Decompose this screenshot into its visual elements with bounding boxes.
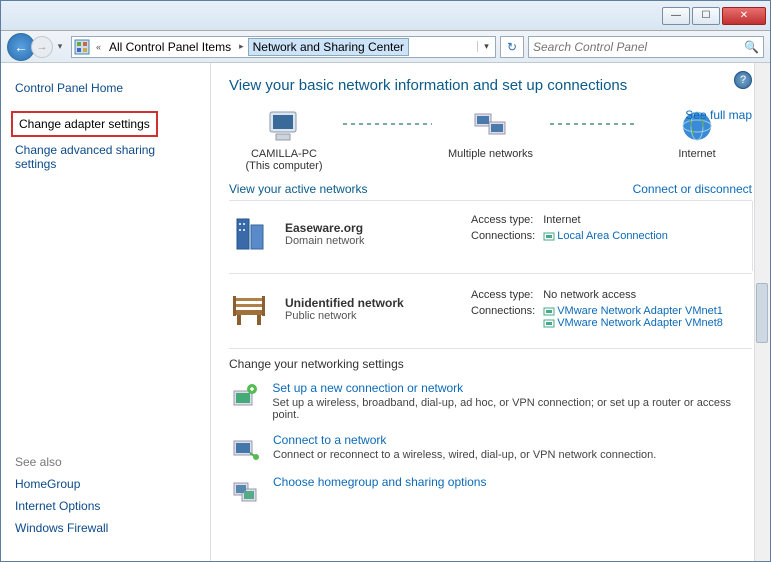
- forward-button[interactable]: →: [31, 36, 53, 58]
- control-panel-home-link[interactable]: Control Panel Home: [15, 81, 196, 95]
- vmnet1-link[interactable]: VMware Network Adapter VMnet1: [557, 305, 723, 317]
- map-this-computer: CAMILLA-PC (This computer): [229, 108, 339, 172]
- divider: [229, 273, 752, 274]
- network-type: Public network: [285, 310, 404, 322]
- settings-header: Change your networking settings: [229, 357, 752, 371]
- public-network-icon: [229, 286, 275, 332]
- map-pc-sub: (This computer): [245, 160, 322, 172]
- network-unidentified: Unidentified network Public network Acce…: [229, 276, 752, 346]
- minimize-button[interactable]: —: [662, 7, 690, 25]
- connect-network-link[interactable]: Connect to a network: [273, 433, 656, 447]
- breadcrumb-network-sharing[interactable]: Network and Sharing Center: [248, 38, 409, 56]
- map-connector-icon: [343, 123, 432, 125]
- connect-network-icon: [229, 433, 263, 463]
- divider: [229, 348, 752, 349]
- connections-label: Connections:: [471, 229, 541, 243]
- change-advanced-sharing-link[interactable]: Change advanced sharing settings: [15, 143, 196, 171]
- computer-icon: [264, 108, 304, 144]
- access-type-label: Access type:: [471, 213, 541, 227]
- access-type-label: Access type:: [471, 288, 541, 302]
- active-networks-header-row: View your active networks Connect or dis…: [229, 178, 752, 201]
- map-pc-name: CAMILLA-PC: [251, 148, 317, 160]
- refresh-button[interactable]: ↻: [500, 36, 524, 58]
- local-area-connection-link[interactable]: Local Area Connection: [557, 230, 668, 242]
- map-connector-icon: [550, 123, 639, 125]
- maximize-button[interactable]: ☐: [692, 7, 720, 25]
- setup-connection-item: Set up a new connection or network Set u…: [229, 381, 752, 421]
- nav-buttons: ← → ▾: [7, 33, 67, 61]
- see-full-map-link[interactable]: See full map: [685, 108, 752, 122]
- address-bar: ← → ▾ « All Control Panel Items ▸ Networ…: [1, 31, 770, 63]
- nav-history-dropdown[interactable]: ▾: [53, 41, 67, 52]
- setup-connection-icon: [229, 381, 262, 411]
- address-dropdown-icon[interactable]: ▾: [477, 41, 495, 52]
- map-multi-label: Multiple networks: [448, 148, 533, 160]
- network-name: Easeware.org: [285, 221, 364, 235]
- active-networks-label: View your active networks: [229, 182, 368, 196]
- homegroup-sharing-link[interactable]: Choose homegroup and sharing options: [273, 475, 486, 489]
- domain-network-icon: [229, 211, 275, 257]
- connect-disconnect-link[interactable]: Connect or disconnect: [633, 182, 752, 196]
- scrollbar-thumb[interactable]: [756, 283, 768, 343]
- change-adapter-settings-link[interactable]: Change adapter settings: [11, 111, 158, 137]
- connect-network-desc: Connect or reconnect to a wireless, wire…: [273, 449, 656, 461]
- sidebar: Control Panel Home Change adapter settin…: [1, 63, 211, 561]
- homegroup-link[interactable]: HomeGroup: [15, 477, 108, 491]
- breadcrumb-chevrons[interactable]: «: [92, 42, 105, 52]
- breadcrumb-sep-icon[interactable]: ▸: [235, 41, 248, 52]
- control-panel-window: — ☐ ✕ ← → ▾ « All Control Panel Items ▸ …: [0, 0, 771, 562]
- access-type-value: Internet: [543, 213, 674, 227]
- network-type: Domain network: [285, 235, 364, 247]
- ethernet-icon: [543, 305, 555, 317]
- breadcrumb-bar[interactable]: « All Control Panel Items ▸ Network and …: [71, 36, 496, 58]
- vmnet8-link[interactable]: VMware Network Adapter VMnet8: [557, 317, 723, 329]
- network-map: See full map CAMILLA-PC (This computer) …: [229, 108, 752, 172]
- network-easeware: Easeware.org Domain network Access type:…: [229, 201, 753, 271]
- homegroup-icon: [229, 475, 263, 505]
- search-input[interactable]: [533, 40, 744, 54]
- map-internet-label: Internet: [678, 148, 715, 160]
- homegroup-sharing-item: Choose homegroup and sharing options: [229, 475, 752, 505]
- windows-firewall-link[interactable]: Windows Firewall: [15, 521, 108, 535]
- connect-network-item: Connect to a network Connect or reconnec…: [229, 433, 752, 463]
- content-body: Control Panel Home Change adapter settin…: [1, 63, 770, 561]
- help-icon[interactable]: ?: [734, 71, 752, 89]
- multiple-networks-icon: [471, 108, 511, 144]
- control-panel-icon: [72, 37, 92, 57]
- title-bar: — ☐ ✕: [1, 1, 770, 31]
- scrollbar-track[interactable]: [754, 63, 770, 561]
- ethernet-icon: [543, 230, 555, 242]
- ethernet-icon: [543, 317, 555, 329]
- setup-connection-desc: Set up a wireless, broadband, dial-up, a…: [272, 397, 752, 421]
- search-box[interactable]: 🔍: [528, 36, 764, 58]
- close-button[interactable]: ✕: [722, 7, 766, 25]
- see-also-section: See also HomeGroup Internet Options Wind…: [15, 455, 108, 543]
- access-type-value: No network access: [543, 288, 729, 302]
- page-title: View your basic network information and …: [229, 77, 752, 94]
- map-multiple-networks: Multiple networks: [436, 108, 546, 172]
- setup-connection-link[interactable]: Set up a new connection or network: [272, 381, 752, 395]
- main-panel: ? View your basic network information an…: [211, 63, 770, 561]
- network-name: Unidentified network: [285, 296, 404, 310]
- networking-settings: Change your networking settings Set up a…: [229, 357, 752, 505]
- search-icon[interactable]: 🔍: [744, 40, 759, 54]
- connections-label: Connections:: [471, 304, 541, 330]
- internet-options-link[interactable]: Internet Options: [15, 499, 108, 513]
- breadcrumb-all-items[interactable]: All Control Panel Items: [105, 40, 235, 54]
- see-also-header: See also: [15, 455, 108, 469]
